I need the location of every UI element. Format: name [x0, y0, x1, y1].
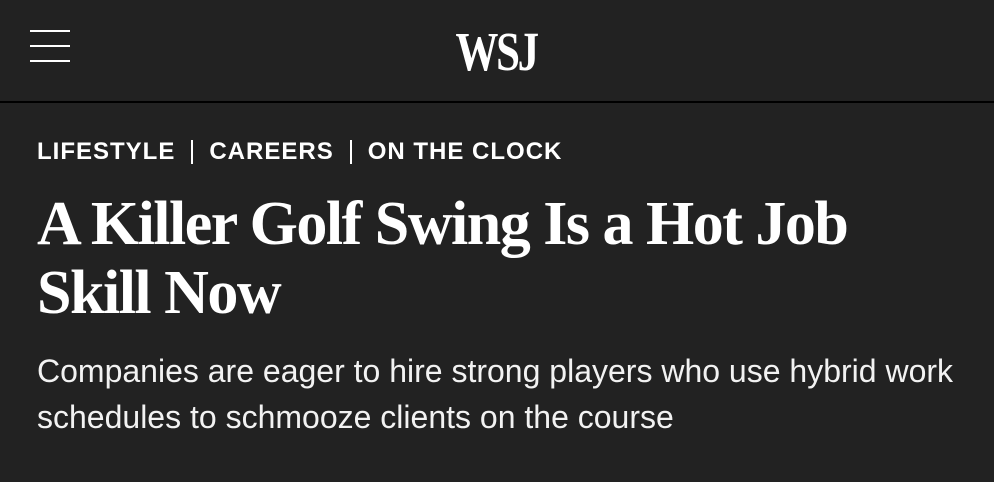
breadcrumb-lifestyle[interactable]: LIFESTYLE — [37, 138, 175, 166]
top-navigation-bar: WSJ — [0, 0, 994, 102]
header-divider — [0, 101, 994, 103]
breadcrumb-separator — [191, 140, 194, 164]
article-headline: A Killer Golf Swing Is a Hot Job Skill N… — [37, 190, 849, 327]
wsj-logo[interactable]: WSJ — [108, 22, 883, 82]
article-subhead: Companies are eager to hire strong playe… — [37, 353, 954, 435]
breadcrumb-careers[interactable]: CAREERS — [209, 138, 333, 166]
breadcrumb-on-the-clock[interactable]: ON THE CLOCK — [368, 138, 563, 166]
hamburger-menu-icon — [30, 30, 70, 32]
breadcrumb: LIFESTYLE CAREERS ON THE CLOCK — [37, 136, 562, 168]
breadcrumb-separator — [349, 140, 352, 164]
hamburger-menu-icon-bar — [30, 45, 70, 47]
hamburger-menu-icon-bar — [30, 60, 70, 62]
menu-button[interactable] — [30, 28, 70, 64]
